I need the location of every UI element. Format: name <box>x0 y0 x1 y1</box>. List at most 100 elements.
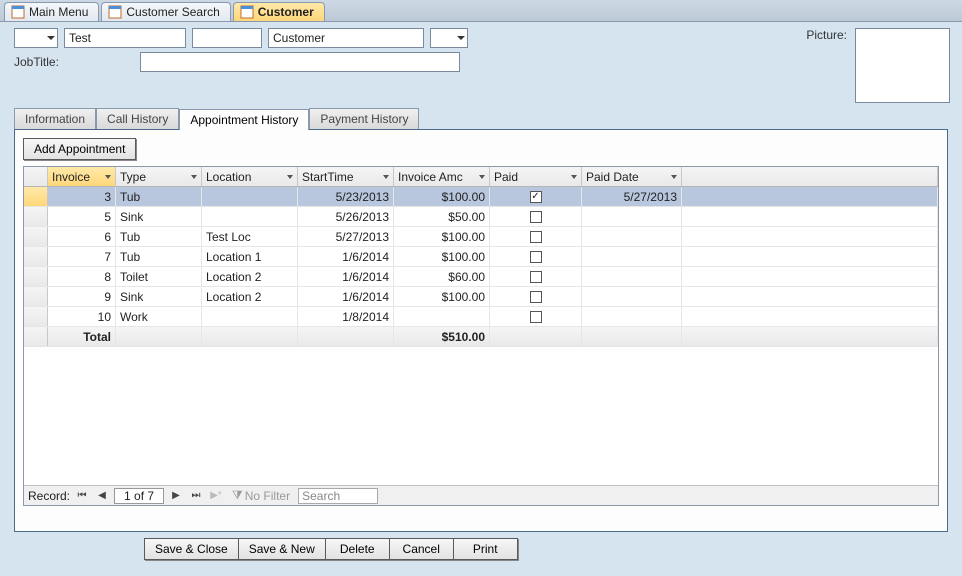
table-row[interactable]: 9SinkLocation 21/6/2014$100.00 <box>24 287 938 307</box>
cell-location[interactable]: Test Loc <box>202 227 298 246</box>
cell-paid[interactable] <box>490 267 582 286</box>
cell-invoice[interactable]: 9 <box>48 287 116 306</box>
checkbox[interactable] <box>530 291 542 303</box>
table-row[interactable]: 7TubLocation 11/6/2014$100.00 <box>24 247 938 267</box>
checkbox[interactable] <box>530 211 542 223</box>
cell-type[interactable]: Tub <box>116 227 202 246</box>
cell-paid[interactable] <box>490 227 582 246</box>
row-handle[interactable] <box>24 267 48 286</box>
save-close-button[interactable]: Save & Close <box>144 538 239 560</box>
cell-starttime[interactable]: 5/26/2013 <box>298 207 394 226</box>
subtab[interactable]: Information <box>14 108 96 129</box>
checkbox[interactable] <box>530 311 542 323</box>
cell-paid-date[interactable] <box>582 247 682 266</box>
cell-amount[interactable] <box>394 307 490 326</box>
doc-tab[interactable]: Customer <box>233 2 325 21</box>
row-handle[interactable] <box>24 287 48 306</box>
row-handle[interactable] <box>24 187 48 206</box>
subtab[interactable]: Payment History <box>309 108 419 129</box>
col-location[interactable]: Location <box>202 167 298 186</box>
table-row[interactable]: 10Work 1/8/2014 <box>24 307 938 327</box>
jobtitle-field[interactable] <box>140 52 460 72</box>
cell-starttime[interactable]: 1/8/2014 <box>298 307 394 326</box>
cell-location[interactable]: Location 1 <box>202 247 298 266</box>
title-combo[interactable] <box>14 28 58 48</box>
cell-amount[interactable]: $50.00 <box>394 207 490 226</box>
row-handle[interactable] <box>24 247 48 266</box>
cell-paid-date[interactable] <box>582 267 682 286</box>
cell-paid-date[interactable] <box>582 227 682 246</box>
checkbox[interactable] <box>530 231 542 243</box>
table-row[interactable]: 8ToiletLocation 21/6/2014$60.00 <box>24 267 938 287</box>
cell-invoice[interactable]: 8 <box>48 267 116 286</box>
cell-type[interactable]: Tub <box>116 187 202 206</box>
table-row[interactable]: 3Tub 5/23/2013$100.00 5/27/2013 <box>24 187 938 207</box>
nav-last-button[interactable]: ⏭ <box>188 488 204 504</box>
cancel-button[interactable]: Cancel <box>390 538 454 560</box>
col-paid[interactable]: Paid <box>490 167 582 186</box>
table-row[interactable]: 6TubTest Loc5/27/2013$100.00 <box>24 227 938 247</box>
filter-indicator[interactable]: ⧩No Filter <box>232 488 290 503</box>
middlename-field[interactable] <box>192 28 262 48</box>
cell-starttime[interactable]: 5/27/2013 <box>298 227 394 246</box>
cell-amount[interactable]: $100.00 <box>394 287 490 306</box>
cell-starttime[interactable]: 1/6/2014 <box>298 287 394 306</box>
delete-button[interactable]: Delete <box>326 538 390 560</box>
doc-tab[interactable]: Main Menu <box>4 2 99 21</box>
cell-amount[interactable]: $100.00 <box>394 187 490 206</box>
subtab[interactable]: Appointment History <box>179 109 309 130</box>
cell-type[interactable]: Sink <box>116 207 202 226</box>
lastname-field[interactable]: Customer <box>268 28 424 48</box>
nav-next-button[interactable]: ▶ <box>168 488 184 504</box>
col-starttime[interactable]: StartTime <box>298 167 394 186</box>
doc-tab[interactable]: Customer Search <box>101 2 230 21</box>
cell-paid[interactable] <box>490 247 582 266</box>
cell-location[interactable]: Location 2 <box>202 267 298 286</box>
cell-starttime[interactable]: 1/6/2014 <box>298 267 394 286</box>
cell-type[interactable]: Toilet <box>116 267 202 286</box>
picture-placeholder[interactable] <box>855 28 950 103</box>
cell-location[interactable]: Location 2 <box>202 287 298 306</box>
col-invoice[interactable]: Invoice <box>48 167 116 186</box>
cell-location[interactable] <box>202 187 298 206</box>
cell-paid-date[interactable] <box>582 207 682 226</box>
nav-first-button[interactable]: ⏮ <box>74 488 90 504</box>
save-new-button[interactable]: Save & New <box>239 538 326 560</box>
search-box[interactable]: Search <box>298 488 378 504</box>
cell-type[interactable]: Work <box>116 307 202 326</box>
table-row[interactable]: 5Sink 5/26/2013$50.00 <box>24 207 938 227</box>
cell-invoice[interactable]: 7 <box>48 247 116 266</box>
checkbox[interactable] <box>530 271 542 283</box>
col-paid-date[interactable]: Paid Date <box>582 167 682 186</box>
cell-type[interactable]: Tub <box>116 247 202 266</box>
col-type[interactable]: Type <box>116 167 202 186</box>
cell-paid-date[interactable]: 5/27/2013 <box>582 187 682 206</box>
firstname-field[interactable]: Test <box>64 28 186 48</box>
checkbox[interactable] <box>530 251 542 263</box>
cell-amount[interactable]: $100.00 <box>394 247 490 266</box>
cell-paid[interactable] <box>490 307 582 326</box>
cell-paid[interactable] <box>490 207 582 226</box>
cell-location[interactable] <box>202 307 298 326</box>
cell-invoice[interactable]: 5 <box>48 207 116 226</box>
cell-type[interactable]: Sink <box>116 287 202 306</box>
cell-paid-date[interactable] <box>582 307 682 326</box>
add-appointment-button[interactable]: Add Appointment <box>23 138 136 160</box>
cell-paid[interactable] <box>490 287 582 306</box>
cell-invoice[interactable]: 10 <box>48 307 116 326</box>
nav-new-button[interactable]: ▶* <box>208 488 224 504</box>
row-handle[interactable] <box>24 307 48 326</box>
cell-paid-date[interactable] <box>582 287 682 306</box>
suffix-combo[interactable] <box>430 28 468 48</box>
cell-invoice[interactable]: 3 <box>48 187 116 206</box>
record-position-box[interactable]: 1 of 7 <box>114 488 164 504</box>
cell-location[interactable] <box>202 207 298 226</box>
print-button[interactable]: Print <box>454 538 518 560</box>
select-all-handle[interactable] <box>24 167 48 186</box>
subtab[interactable]: Call History <box>96 108 179 129</box>
cell-paid[interactable] <box>490 187 582 206</box>
cell-amount[interactable]: $100.00 <box>394 227 490 246</box>
row-handle[interactable] <box>24 227 48 246</box>
cell-starttime[interactable]: 5/23/2013 <box>298 187 394 206</box>
row-handle[interactable] <box>24 207 48 226</box>
